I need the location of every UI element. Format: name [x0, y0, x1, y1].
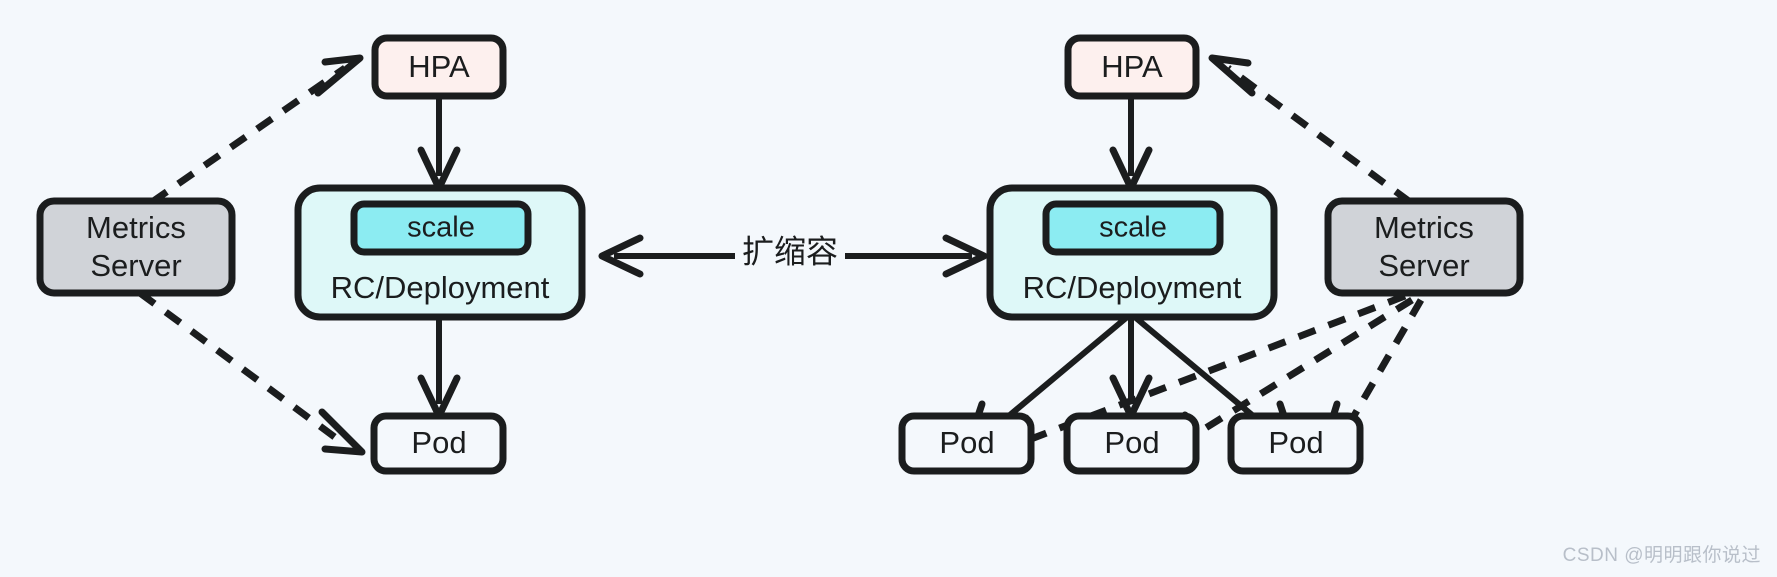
deployment-label-left: RC/Deployment [331, 270, 550, 305]
node-deployment-left[interactable]: scale RC/Deployment [294, 184, 586, 321]
node-pod-left-0[interactable]: Pod [370, 412, 507, 475]
watermark-label: CSDN @明明跟你说过 [1562, 545, 1761, 566]
metrics-server-right-label-line1: Metrics [1374, 210, 1474, 245]
node-deployment-right[interactable]: scale RC/Deployment [986, 184, 1278, 321]
metrics-server-right-label-line2: Server [1378, 248, 1469, 283]
node-metrics-server-left[interactable]: Metrics Server [36, 197, 236, 297]
node-pod-right-0[interactable]: Pod [898, 412, 1035, 475]
hpa-label-left: HPA [408, 49, 470, 84]
edge-scale-bidirectional: 扩缩容 [598, 233, 988, 278]
edge-hpa-to-deployment-right [1109, 97, 1153, 192]
scale-label-left: scale [407, 212, 475, 244]
pod-label-right-1: Pod [1104, 425, 1159, 460]
diagram-canvas: Metrics Server HPA scale RC/Deployment P… [0, 0, 1777, 577]
edge-metrics-to-hpa-right [1208, 54, 1413, 205]
edge-label-scale: 扩缩容 [742, 233, 838, 269]
deployment-label-right: RC/Deployment [1023, 270, 1242, 305]
node-pod-right-2[interactable]: Pod [1227, 412, 1364, 475]
edge-deployment-to-pod-right-1 [1109, 318, 1153, 420]
hpa-label-right: HPA [1101, 49, 1163, 84]
node-hpa-left[interactable]: HPA [371, 34, 507, 100]
diagram-svg: Metrics Server HPA scale RC/Deployment P… [36, 34, 1524, 475]
node-hpa-right[interactable]: HPA [1064, 34, 1200, 100]
edge-metrics-to-hpa-left [150, 54, 364, 205]
node-metrics-server-right[interactable]: Metrics Server [1324, 197, 1524, 297]
edge-deployment-to-pod-left [417, 318, 461, 420]
node-pod-right-1[interactable]: Pod [1063, 412, 1200, 475]
pod-label-right-2: Pod [1268, 425, 1323, 460]
metrics-server-label-line1: Metrics [86, 210, 186, 245]
metrics-server-label-line2: Server [90, 248, 181, 283]
scale-label-right: scale [1099, 212, 1167, 244]
pod-label-left-0: Pod [411, 425, 466, 460]
edge-hpa-to-deployment-left [417, 97, 461, 192]
pod-label-right-0: Pod [939, 425, 994, 460]
